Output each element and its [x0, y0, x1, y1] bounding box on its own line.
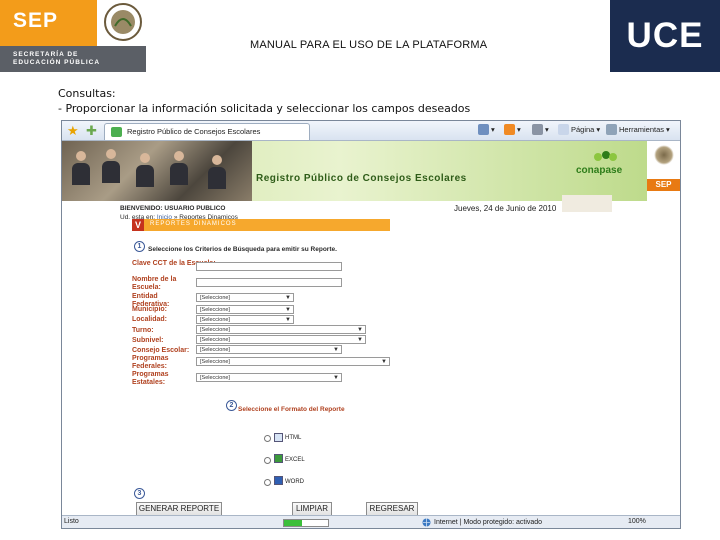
web-page: Registro Público de Consejos Escolares c…: [62, 141, 680, 516]
slide-title: MANUAL PARA EL USO DE LA PLATAFORMA: [250, 39, 488, 51]
format-html-radio[interactable]: [264, 435, 271, 442]
municipio-select-value: [Seleccione]: [200, 307, 230, 313]
html-file-icon: [274, 433, 283, 442]
municipio-label: Municipio:: [132, 306, 167, 313]
browser-tab-title: Registro Público de Consejos Escolares: [127, 127, 261, 136]
slide: SEP SECRETARÍA DE EDUCACIÓN PÚBLICA MANU…: [0, 0, 720, 540]
banner-photo: [62, 141, 252, 201]
site-banner: Registro Público de Consejos Escolares c…: [62, 141, 680, 201]
consejo-select-value: [Seleccione]: [200, 347, 230, 353]
sep-logo-text: SEP: [0, 0, 97, 46]
consejo-select[interactable]: [Seleccione] ▼: [196, 345, 342, 354]
consejo-label: Consejo Escolar:: [132, 347, 190, 354]
sep-small-text: SEP: [647, 179, 680, 191]
welcome-text: BIENVENIDO: USUARIO PUBLICO: [120, 205, 226, 212]
step-1-number: 1: [134, 241, 145, 252]
chevron-down-icon: ▼: [285, 307, 291, 313]
clear-button[interactable]: LIMPIAR: [292, 502, 332, 516]
excel-file-icon: [274, 454, 283, 463]
chevron-down-icon: ▼: [381, 359, 387, 365]
localidad-select[interactable]: [Seleccione] ▼: [196, 315, 294, 324]
section-marker-icon: V: [132, 219, 144, 231]
word-file-icon: [274, 476, 283, 485]
browser-tab[interactable]: Registro Público de Consejos Escolares: [104, 123, 310, 140]
section-title: REPORTES DINAMICOS: [150, 221, 237, 227]
tools-menu[interactable]: Herramientas ▾: [606, 124, 670, 135]
programas-estatales-label: Programas Estatales:: [132, 371, 169, 386]
site-title: Registro Público de Consejos Escolares: [256, 173, 467, 184]
chevron-down-icon: ▼: [357, 337, 363, 343]
browser-window: ★ ✚ Registro Público de Consejos Escolar…: [61, 120, 681, 529]
school-name-label: Nombre de la Escuela:: [132, 276, 177, 291]
page-menu[interactable]: Página ▾: [558, 124, 600, 135]
localidad-label: Localidad:: [132, 316, 168, 323]
site-favicon-icon: [111, 127, 122, 137]
sep-line-2: EDUCACIÓN PÚBLICA: [13, 59, 101, 66]
generate-report-button[interactable]: GENERAR REPORTE: [136, 502, 222, 516]
step-2-instruction: Seleccione el Formato del Reporte: [238, 406, 345, 413]
security-zone[interactable]: Internet | Modo protegido: activado: [422, 518, 542, 527]
subnivel-label: Subnivel:: [132, 337, 164, 344]
format-excel-label: EXCEL: [285, 457, 305, 463]
chevron-down-icon: ▼: [285, 317, 291, 323]
caption-instruction: - Proporcionar la información solicitada…: [58, 102, 471, 115]
programas-federales-select[interactable]: [Seleccione] ▼: [196, 357, 390, 366]
browser-status-bar: Listo Internet | Modo protegido: activad…: [62, 515, 680, 528]
format-word-label: WORD: [285, 479, 304, 485]
caption-title: Consultas:: [58, 87, 116, 100]
feeds-icon[interactable]: ▾: [504, 124, 521, 135]
municipio-select[interactable]: [Seleccione] ▼: [196, 305, 294, 314]
current-date: Jueves, 24 de Junio de 2010: [454, 204, 557, 213]
browser-tab-bar: ★ ✚ Registro Público de Consejos Escolar…: [62, 121, 680, 141]
programas-federales-select-value: [Seleccione]: [200, 359, 230, 365]
tools-menu-label: Herramientas: [619, 125, 665, 134]
globe-icon: [422, 518, 431, 527]
localidad-select-value: [Seleccione]: [200, 317, 230, 323]
entidad-select[interactable]: [Seleccione] ▼: [196, 293, 294, 302]
chevron-down-icon: ▼: [333, 347, 339, 353]
step-3-number: 3: [134, 488, 145, 499]
turno-select-value: [Seleccione]: [200, 327, 230, 333]
print-icon[interactable]: ▾: [532, 124, 549, 135]
programas-estatales-select[interactable]: [Seleccione] ▼: [196, 373, 342, 382]
conapase-logo-icon: [594, 151, 617, 161]
programas-estatales-select-value: [Seleccione]: [200, 375, 230, 381]
step-1-instruction: Seleccione los Criterios de Búsqueda par…: [148, 246, 337, 253]
date-decoration: [562, 195, 612, 212]
mexico-seal-icon: [99, 0, 145, 46]
home-icon[interactable]: ▾: [478, 124, 495, 135]
subnivel-select[interactable]: [Seleccione] ▼: [196, 335, 366, 344]
subnivel-select-value: [Seleccione]: [200, 337, 230, 343]
mexico-seal-small-icon: [654, 145, 674, 165]
turno-label: Turno:: [132, 327, 154, 334]
sep-logo-caption: SECRETARÍA DE EDUCACIÓN PÚBLICA: [0, 46, 146, 72]
page-icon: [558, 124, 569, 135]
school-name-input[interactable]: [196, 278, 342, 287]
sep-line-1: SECRETARÍA DE: [13, 51, 79, 58]
section-header: V REPORTES DINAMICOS: [132, 219, 390, 231]
chevron-down-icon: ▼: [285, 295, 291, 301]
add-favorites-icon[interactable]: ✚: [86, 123, 97, 139]
uce-logo: UCE: [610, 0, 720, 72]
sep-logo: SEP SECRETARÍA DE EDUCACIÓN PÚBLICA: [0, 0, 146, 72]
chevron-down-icon: ▼: [357, 327, 363, 333]
favorites-star-icon[interactable]: ★: [67, 123, 79, 139]
page-menu-label: Página: [571, 125, 595, 134]
back-button[interactable]: REGRESAR: [366, 502, 418, 516]
chevron-down-icon: ▼: [333, 375, 339, 381]
page-load-progress: [283, 519, 329, 527]
zoom-level[interactable]: 100%: [628, 518, 646, 525]
turno-select[interactable]: [Seleccione] ▼: [196, 325, 366, 334]
entidad-select-value: [Seleccione]: [200, 295, 230, 301]
format-html-label: HTML: [285, 435, 302, 441]
status-text: Listo: [64, 518, 79, 525]
security-zone-label: Internet | Modo protegido: activado: [434, 519, 543, 526]
programas-federales-label: Programas Federales:: [132, 355, 169, 370]
gear-icon: [606, 124, 617, 135]
format-word-radio[interactable]: [264, 479, 271, 486]
format-excel-radio[interactable]: [264, 457, 271, 464]
step-2-number: 2: [226, 400, 237, 411]
conapase-logo-text: conapase: [576, 165, 623, 176]
cct-input[interactable]: [196, 262, 342, 271]
